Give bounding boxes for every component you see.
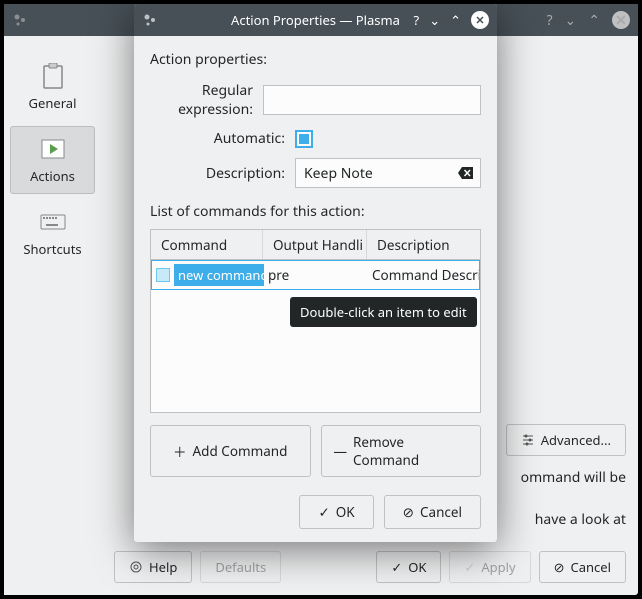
table-header: Command Output Handli Description xyxy=(151,230,480,260)
bg-ok-button[interactable]: ✓ OK xyxy=(376,551,441,583)
bg-max-icon[interactable]: ⌃ xyxy=(588,11,600,30)
settings-sidebar: General Actions Shortcuts xyxy=(4,36,101,595)
bg-help-button[interactable]: Help xyxy=(114,551,192,583)
cancel-button[interactable]: ⊘ Cancel xyxy=(384,495,481,529)
bg-footer-buttons: Help Defaults ✓ OK ✓ Apply ⊘ Cancel xyxy=(114,551,626,583)
clear-icon[interactable] xyxy=(458,166,474,180)
section-label: Action properties: xyxy=(150,50,481,69)
minus-icon: — xyxy=(334,442,348,460)
dialog-help-icon[interactable]: ? xyxy=(414,11,420,29)
sidebar-item-actions[interactable]: Actions xyxy=(10,126,95,194)
bg-advanced-button[interactable]: Advanced... xyxy=(506,424,626,456)
dialog-titlebar[interactable]: Action Properties — Plasma ? ⌄ ⌃ ✕ xyxy=(134,4,497,36)
clipboard-icon xyxy=(39,62,67,90)
keyboard-icon xyxy=(39,208,67,236)
ok-button[interactable]: ✓ OK xyxy=(299,495,373,529)
dialog-title: Action Properties — Plasma xyxy=(231,11,400,29)
bg-partial-text: ommand will be xyxy=(521,468,626,487)
regex-input[interactable] xyxy=(263,85,481,115)
bg-close-icon[interactable]: ✕ xyxy=(612,11,630,29)
dialog-max-icon[interactable]: ⌃ xyxy=(450,11,461,29)
sidebar-item-label: Actions xyxy=(30,167,75,185)
plus-icon: ＋ xyxy=(173,441,187,461)
remove-command-button[interactable]: — Remove Command xyxy=(321,425,482,477)
description-input[interactable]: Keep Note xyxy=(304,164,452,183)
sidebar-item-label: General xyxy=(29,94,77,112)
table-row[interactable]: new command pre Command Descri... xyxy=(151,260,480,290)
edit-tooltip: Double-click an item to edit xyxy=(290,297,477,327)
cancel-icon: ⊘ xyxy=(554,558,565,576)
add-command-button[interactable]: ＋ Add Command xyxy=(150,425,311,477)
actions-icon xyxy=(39,135,67,163)
th-command[interactable]: Command xyxy=(151,230,263,259)
sidebar-item-label: Shortcuts xyxy=(23,240,81,258)
help-icon xyxy=(129,560,143,574)
cancel-icon: ⊘ xyxy=(403,503,414,521)
command-icon xyxy=(156,268,170,282)
bg-window-controls: ? ⌄ ⌃ ✕ xyxy=(546,11,630,30)
regex-label: Regular expression: xyxy=(150,81,263,119)
th-description[interactable]: Description xyxy=(367,230,480,259)
th-output[interactable]: Output Handli xyxy=(263,230,367,259)
settings-icon xyxy=(521,433,535,447)
commands-label: List of commands for this action: xyxy=(150,202,481,221)
check-icon: ✓ xyxy=(391,558,402,576)
dialog-close-icon[interactable]: ✕ xyxy=(471,11,489,29)
action-properties-dialog: Action Properties — Plasma ? ⌄ ⌃ ✕ Actio… xyxy=(134,4,497,542)
bg-cancel-button[interactable]: ⊘ Cancel xyxy=(539,551,626,583)
command-edit-field[interactable]: new command xyxy=(174,264,264,286)
bg-apply-button: ✓ Apply xyxy=(449,551,530,583)
bg-partial-text: have a look at xyxy=(535,510,626,529)
description-label: Description: xyxy=(150,164,295,183)
check-icon: ✓ xyxy=(318,503,329,521)
dialog-app-icon xyxy=(142,12,158,28)
td-output[interactable]: pre xyxy=(264,261,368,289)
bg-app-icon xyxy=(12,12,28,28)
bg-help-icon[interactable]: ? xyxy=(546,11,552,30)
dialog-min-icon[interactable]: ⌄ xyxy=(429,11,440,29)
td-description[interactable]: Command Descri... xyxy=(368,261,479,289)
sidebar-item-shortcuts[interactable]: Shortcuts xyxy=(10,200,95,266)
bg-min-icon[interactable]: ⌄ xyxy=(565,11,577,30)
automatic-label: Automatic: xyxy=(150,129,295,148)
bg-defaults-button: Defaults xyxy=(200,551,281,583)
automatic-checkbox[interactable] xyxy=(295,130,313,148)
check-icon: ✓ xyxy=(464,558,475,576)
sidebar-item-general[interactable]: General xyxy=(10,54,95,120)
